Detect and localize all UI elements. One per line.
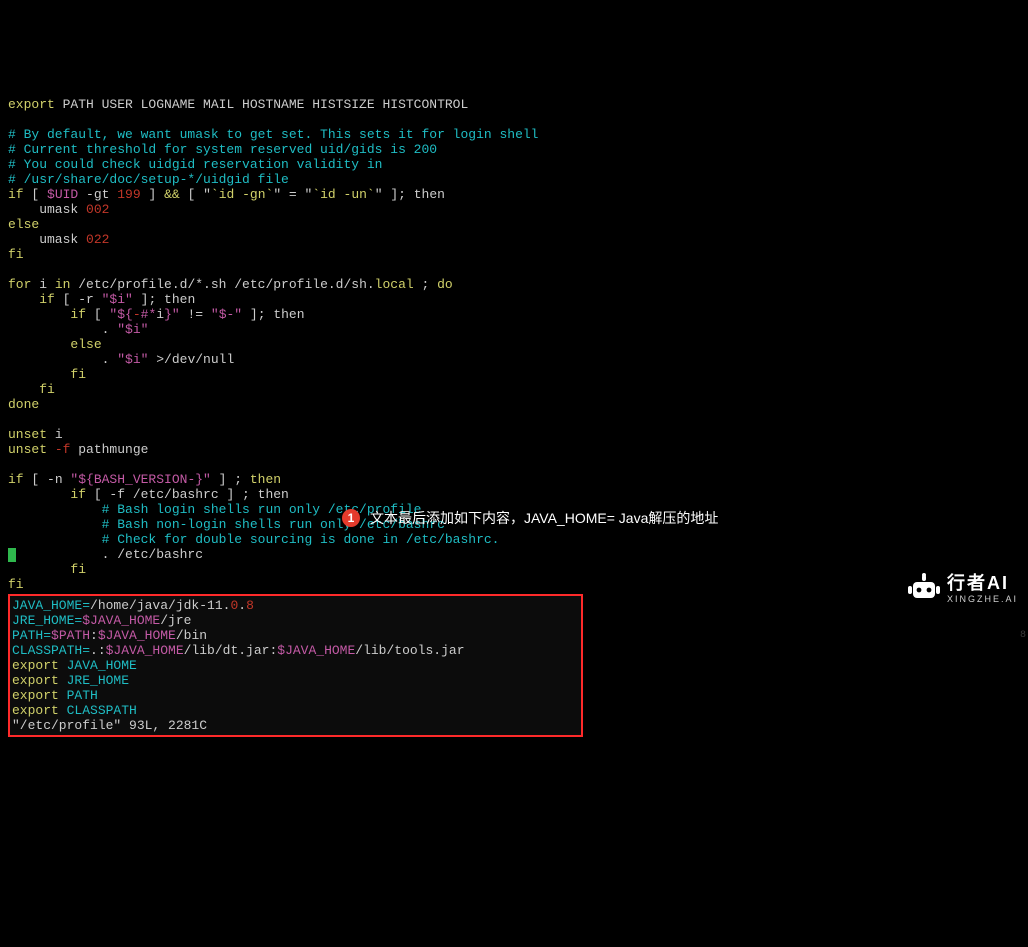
scroll-indicator: 8	[1020, 628, 1026, 643]
comment: # By default, we want umask to get set. …	[8, 127, 539, 142]
watermark-logo: 行者AI XINGZHE.AI	[907, 543, 1018, 637]
highlighted-java-env-block: JAVA_HOME=/home/java/jdk-11.0.8 JRE_HOME…	[8, 594, 583, 737]
code-text: PATH USER LOGNAME MAIL HOSTNAME HISTSIZE…	[55, 97, 468, 112]
comment: # You could check uidgid reservation val…	[8, 157, 382, 172]
comment: # Check for double sourcing is done in /…	[8, 532, 499, 547]
callout-badge: 1	[342, 509, 360, 527]
robot-icon	[907, 543, 941, 637]
kw-done: done	[8, 397, 39, 412]
watermark-subtitle: XINGZHE.AI	[947, 592, 1018, 607]
callout-text: 文本最后添加如下内容，JAVA_HOME= Java解压的地址	[370, 509, 718, 527]
kw-fi: fi	[8, 247, 24, 262]
watermark-title: 行者AI	[947, 574, 1018, 592]
comment: # Current threshold for system reserved …	[8, 142, 437, 157]
kw-else: else	[8, 217, 39, 232]
comment: # /usr/share/doc/setup-*/uidgid file	[8, 172, 289, 187]
vim-status-line: "/etc/profile" 93L, 2281C	[12, 718, 207, 733]
kw-export: export	[8, 97, 55, 112]
terminal-viewport: export PATH USER LOGNAME MAIL HOSTNAME H…	[8, 82, 1020, 752]
kw-if: if	[8, 187, 24, 202]
callout-annotation: 1 文本最后添加如下内容，JAVA_HOME= Java解压的地址	[342, 509, 718, 527]
kw-for: for	[8, 277, 31, 292]
